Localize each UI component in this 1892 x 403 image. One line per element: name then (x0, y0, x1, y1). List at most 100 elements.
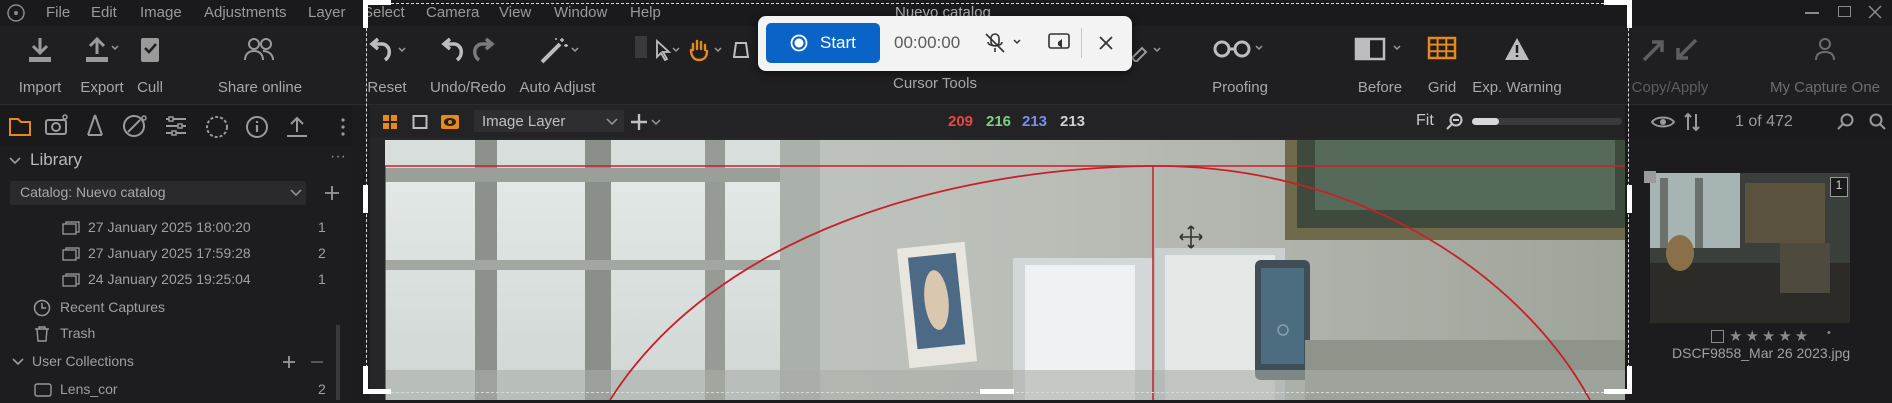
folder-stack-icon (62, 273, 80, 287)
color-tab-icon[interactable] (122, 114, 148, 138)
user-icon (1815, 38, 1835, 61)
thumbnail-filename: DSCF9858_Mar 26 2023.jpg (1672, 345, 1851, 361)
recording-timer: 00:00:00 (894, 33, 961, 52)
start-label: Start (820, 33, 856, 52)
star-rating[interactable]: ★★★★★ (1729, 327, 1811, 345)
thumbnail[interactable]: 1 (1644, 171, 1850, 323)
handle-mid-left[interactable] (363, 185, 368, 213)
collection-item[interactable]: Lens_cor 2 (0, 377, 340, 403)
tabs-more-icon[interactable] (340, 117, 346, 137)
dropdown-chevron-icon (290, 189, 302, 197)
handle-top-right-v[interactable] (1627, 0, 1632, 28)
library-item[interactable]: 24 January 2025 19:25:04 1 (0, 267, 340, 293)
browser-toolbar: 1 of 472 (1625, 105, 1892, 137)
folder-stack-icon (62, 221, 80, 235)
select-checkbox[interactable] (1711, 330, 1724, 343)
thumbnail-image (1650, 173, 1850, 323)
close-recorder-icon[interactable] (1098, 35, 1114, 51)
library-title: Library (30, 150, 82, 169)
copy-apply-button[interactable]: Copy/Apply (1620, 26, 1720, 104)
remove-user-collection-icon[interactable] (310, 355, 324, 369)
thumbnail-badge: 1 (1830, 177, 1848, 197)
camera-tab-icon[interactable] (44, 113, 70, 137)
add-user-collection-icon[interactable] (282, 355, 296, 369)
recorder-divider (1081, 28, 1082, 58)
album-icon (34, 383, 52, 397)
handle-mid-bottom[interactable] (980, 389, 1014, 394)
color-tag-dot[interactable]: • (1827, 327, 1831, 339)
minimize-button[interactable] (1805, 12, 1819, 14)
cull-icon (141, 38, 159, 62)
my-capture-one-label: My Capture One (1769, 79, 1881, 96)
my-capture-one-button[interactable]: My Capture One (1765, 26, 1885, 104)
trash-item[interactable]: Trash (0, 321, 340, 347)
export-icon (86, 36, 119, 62)
library-item-count: 1 (318, 219, 326, 235)
start-recording-button[interactable]: Start (766, 23, 880, 63)
menu-file[interactable]: File (46, 4, 70, 21)
browser-zoom-icon[interactable] (1837, 113, 1855, 131)
output-tab-icon[interactable] (284, 114, 310, 140)
left-panel-scrollbar[interactable] (336, 325, 340, 400)
menu-image[interactable]: Image (140, 4, 182, 21)
browser-search-icon[interactable] (1869, 113, 1887, 131)
clock-icon (33, 299, 51, 317)
adjustments-tab-icon[interactable] (164, 115, 188, 137)
library-item-label: 27 January 2025 18:00:20 (88, 219, 251, 235)
recent-captures-item[interactable]: Recent Captures (0, 295, 340, 321)
library-header[interactable]: Library ··· (0, 148, 352, 174)
rating-row[interactable]: ★★★★★ • (1711, 327, 1841, 345)
chevron-down-icon (12, 358, 24, 366)
sort-icon[interactable] (1683, 112, 1701, 132)
menu-adjustments[interactable]: Adjustments (204, 4, 287, 21)
lens-tab-icon[interactable] (84, 113, 106, 139)
left-tool-panel: Library ··· Catalog: Nuevo catalog 27 Ja… (0, 105, 352, 400)
collection-item-count: 2 (318, 381, 326, 397)
trash-icon (35, 326, 49, 342)
microphone-toggle[interactable] (980, 30, 1030, 56)
import-label: Import (18, 79, 62, 96)
library-item-label: 24 January 2025 19:25:04 (88, 271, 251, 287)
handle-top-left-v[interactable] (363, 0, 368, 28)
recent-captures-label: Recent Captures (60, 299, 166, 315)
library-item[interactable]: 27 January 2025 18:00:20 1 (0, 215, 340, 241)
details-tab-icon[interactable] (204, 114, 230, 140)
library-more-icon[interactable]: ··· (330, 148, 346, 166)
system-audio-icon[interactable] (1048, 33, 1070, 53)
collection-item-label: Lens_cor (60, 381, 118, 397)
variant-badge-left (1644, 171, 1656, 183)
cull-button[interactable]: Cull (130, 26, 170, 104)
close-window-icon[interactable] (1868, 5, 1882, 19)
app-logo-icon (7, 4, 25, 22)
record-icon (790, 34, 808, 52)
import-button[interactable]: Import (10, 26, 70, 104)
export-label: Export (80, 79, 124, 96)
tool-tabs (0, 105, 352, 147)
user-collections-label: User Collections (32, 353, 134, 369)
microphone-muted-icon (985, 33, 1021, 53)
chevron-down-icon (9, 157, 21, 165)
menu-layer[interactable]: Layer (308, 4, 346, 21)
info-tab-icon[interactable] (244, 114, 270, 140)
trash-label: Trash (60, 325, 96, 341)
user-collections-header[interactable]: User Collections (0, 349, 340, 375)
share-online-button[interactable]: Share online (210, 26, 310, 104)
image-counter: 1 of 472 (1735, 113, 1793, 130)
handle-bottom-left-v[interactable] (363, 366, 368, 394)
eye-filter-icon[interactable] (1651, 114, 1675, 130)
handle-bottom-right-v[interactable] (1627, 366, 1632, 394)
people-icon (244, 38, 274, 61)
screen-recorder-bar: Start 00:00:00 (758, 16, 1132, 71)
library-item-label: 27 January 2025 17:59:28 (88, 245, 251, 261)
cull-label: Cull (137, 79, 163, 96)
library-item-count: 1 (318, 271, 326, 287)
export-button[interactable]: Export (72, 26, 132, 104)
folder-tab-icon[interactable] (8, 115, 32, 137)
catalog-dropdown[interactable]: Catalog: Nuevo catalog (10, 181, 306, 205)
menu-edit[interactable]: Edit (91, 4, 117, 21)
library-item[interactable]: 27 January 2025 17:59:28 2 (0, 241, 340, 267)
maximize-button[interactable] (1838, 6, 1851, 17)
import-icon (29, 38, 51, 62)
add-collection-icon[interactable] (324, 185, 340, 201)
handle-mid-right[interactable] (1627, 185, 1632, 213)
